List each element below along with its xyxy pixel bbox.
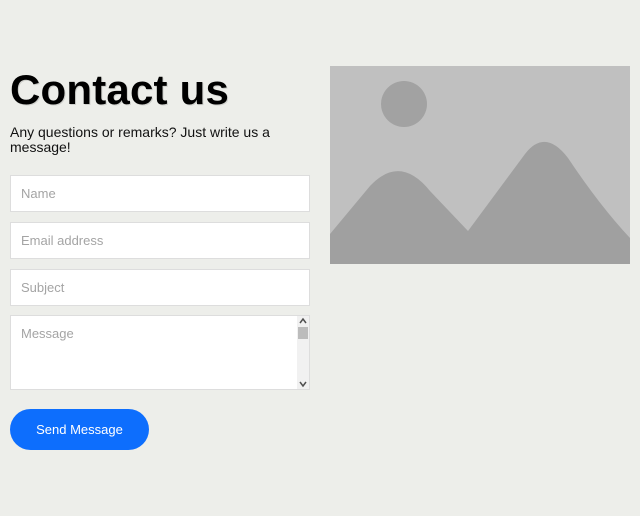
scroll-up-icon[interactable] xyxy=(297,316,309,326)
email-input[interactable] xyxy=(10,222,310,259)
image-placeholder xyxy=(330,66,630,264)
page-subtitle: Any questions or remarks? Just write us … xyxy=(10,124,270,155)
message-textarea[interactable] xyxy=(11,316,297,389)
message-scrollbar[interactable] xyxy=(297,316,309,389)
scroll-down-icon[interactable] xyxy=(297,379,309,389)
page-title: Contact us xyxy=(10,66,230,113)
message-field-wrapper xyxy=(10,315,310,390)
chevron-down-icon xyxy=(299,381,307,388)
contact-page: Contact us Any questions or remarks? Jus… xyxy=(0,0,640,516)
send-message-button[interactable]: Send Message xyxy=(10,409,149,450)
scroll-thumb[interactable] xyxy=(298,327,308,339)
image-placeholder-icon xyxy=(330,66,630,264)
chevron-up-icon xyxy=(299,317,307,324)
name-input[interactable] xyxy=(10,175,310,212)
subject-input[interactable] xyxy=(10,269,310,306)
